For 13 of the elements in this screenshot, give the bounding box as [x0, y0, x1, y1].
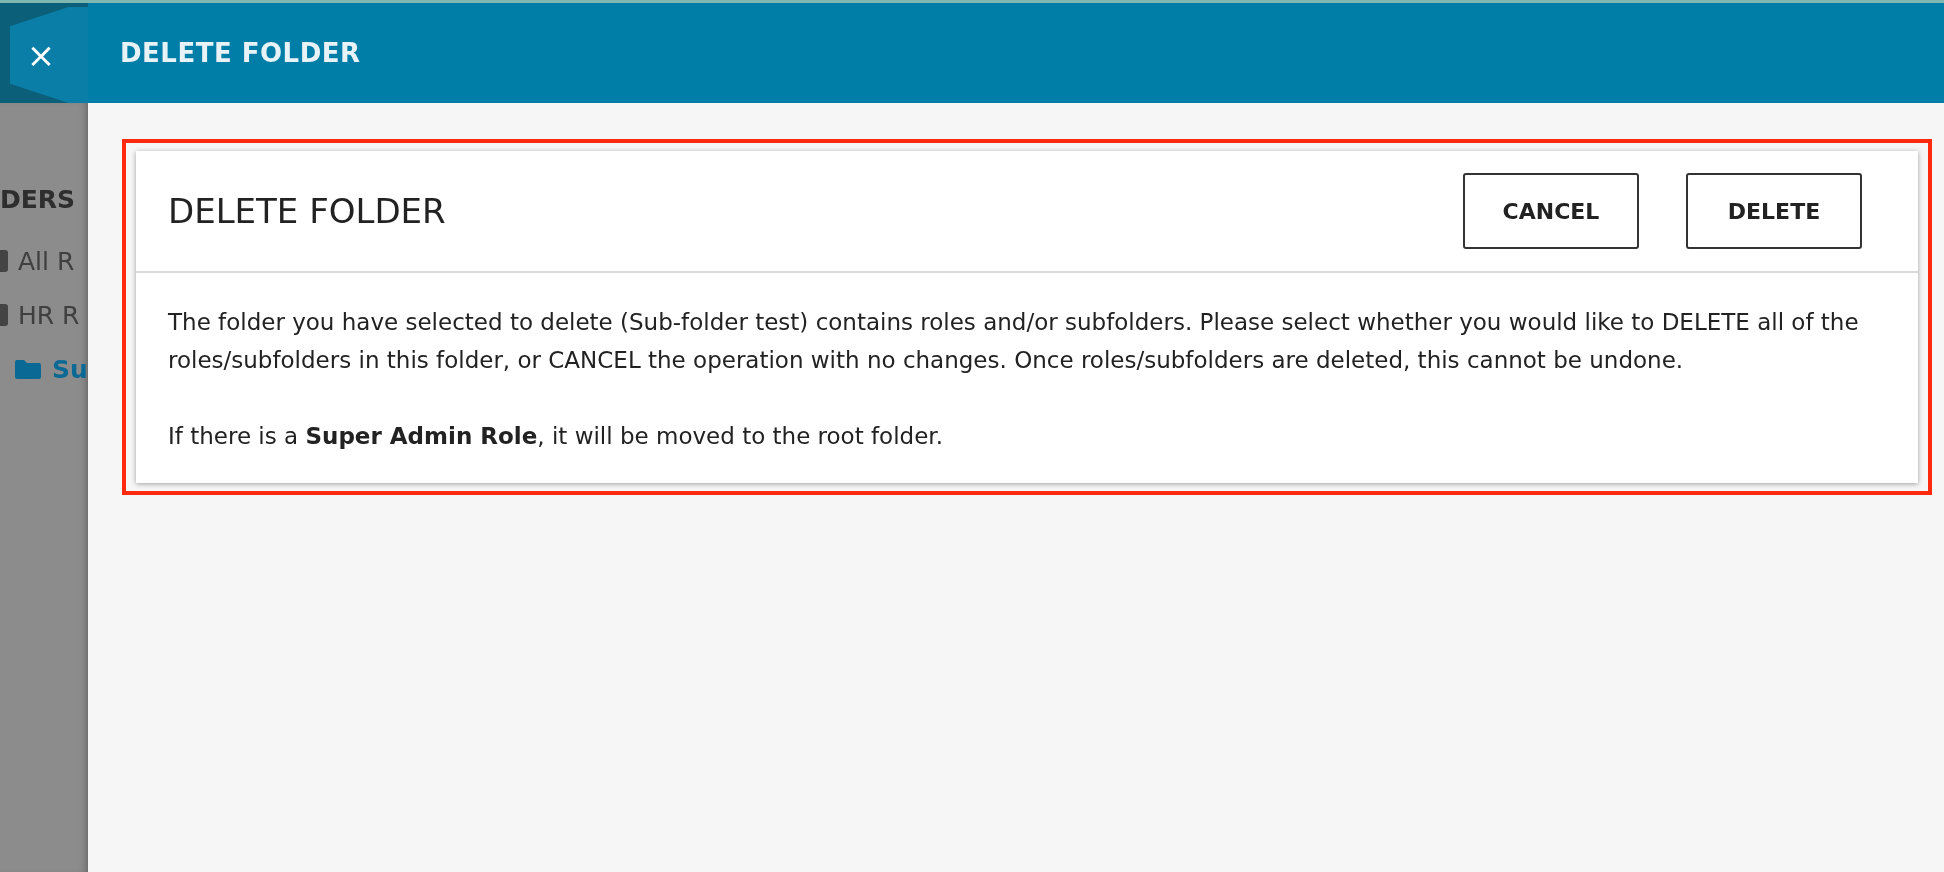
folder-icon: [14, 358, 42, 380]
folder-icon: [0, 250, 8, 272]
cancel-button[interactable]: CANCEL: [1463, 173, 1639, 249]
header-title: DELETE FOLDER: [120, 38, 361, 68]
folder-item[interactable]: HR R: [18, 300, 80, 330]
dialog-title: DELETE FOLDER: [168, 191, 447, 231]
delete-button[interactable]: DELETE: [1686, 173, 1862, 249]
folder-icon: [0, 304, 8, 326]
sidebar-heading: DERS: [0, 185, 77, 214]
close-button[interactable]: ×: [10, 7, 88, 103]
dialog-text: The folder you have selected to delete (Sub-folder test) contains roles and/or subfolders. Please select whether you would like to DELETE all of the roles/subfolders in this folder, or CANCEL the operation with no changes. Once roles/subfolders are deleted, this cannot be undone.: [168, 308, 1860, 375]
folder-item[interactable]: All R: [18, 246, 75, 276]
dialog-text: If there is a Super Admin Role, it will be moved to the root folder.: [168, 422, 944, 451]
